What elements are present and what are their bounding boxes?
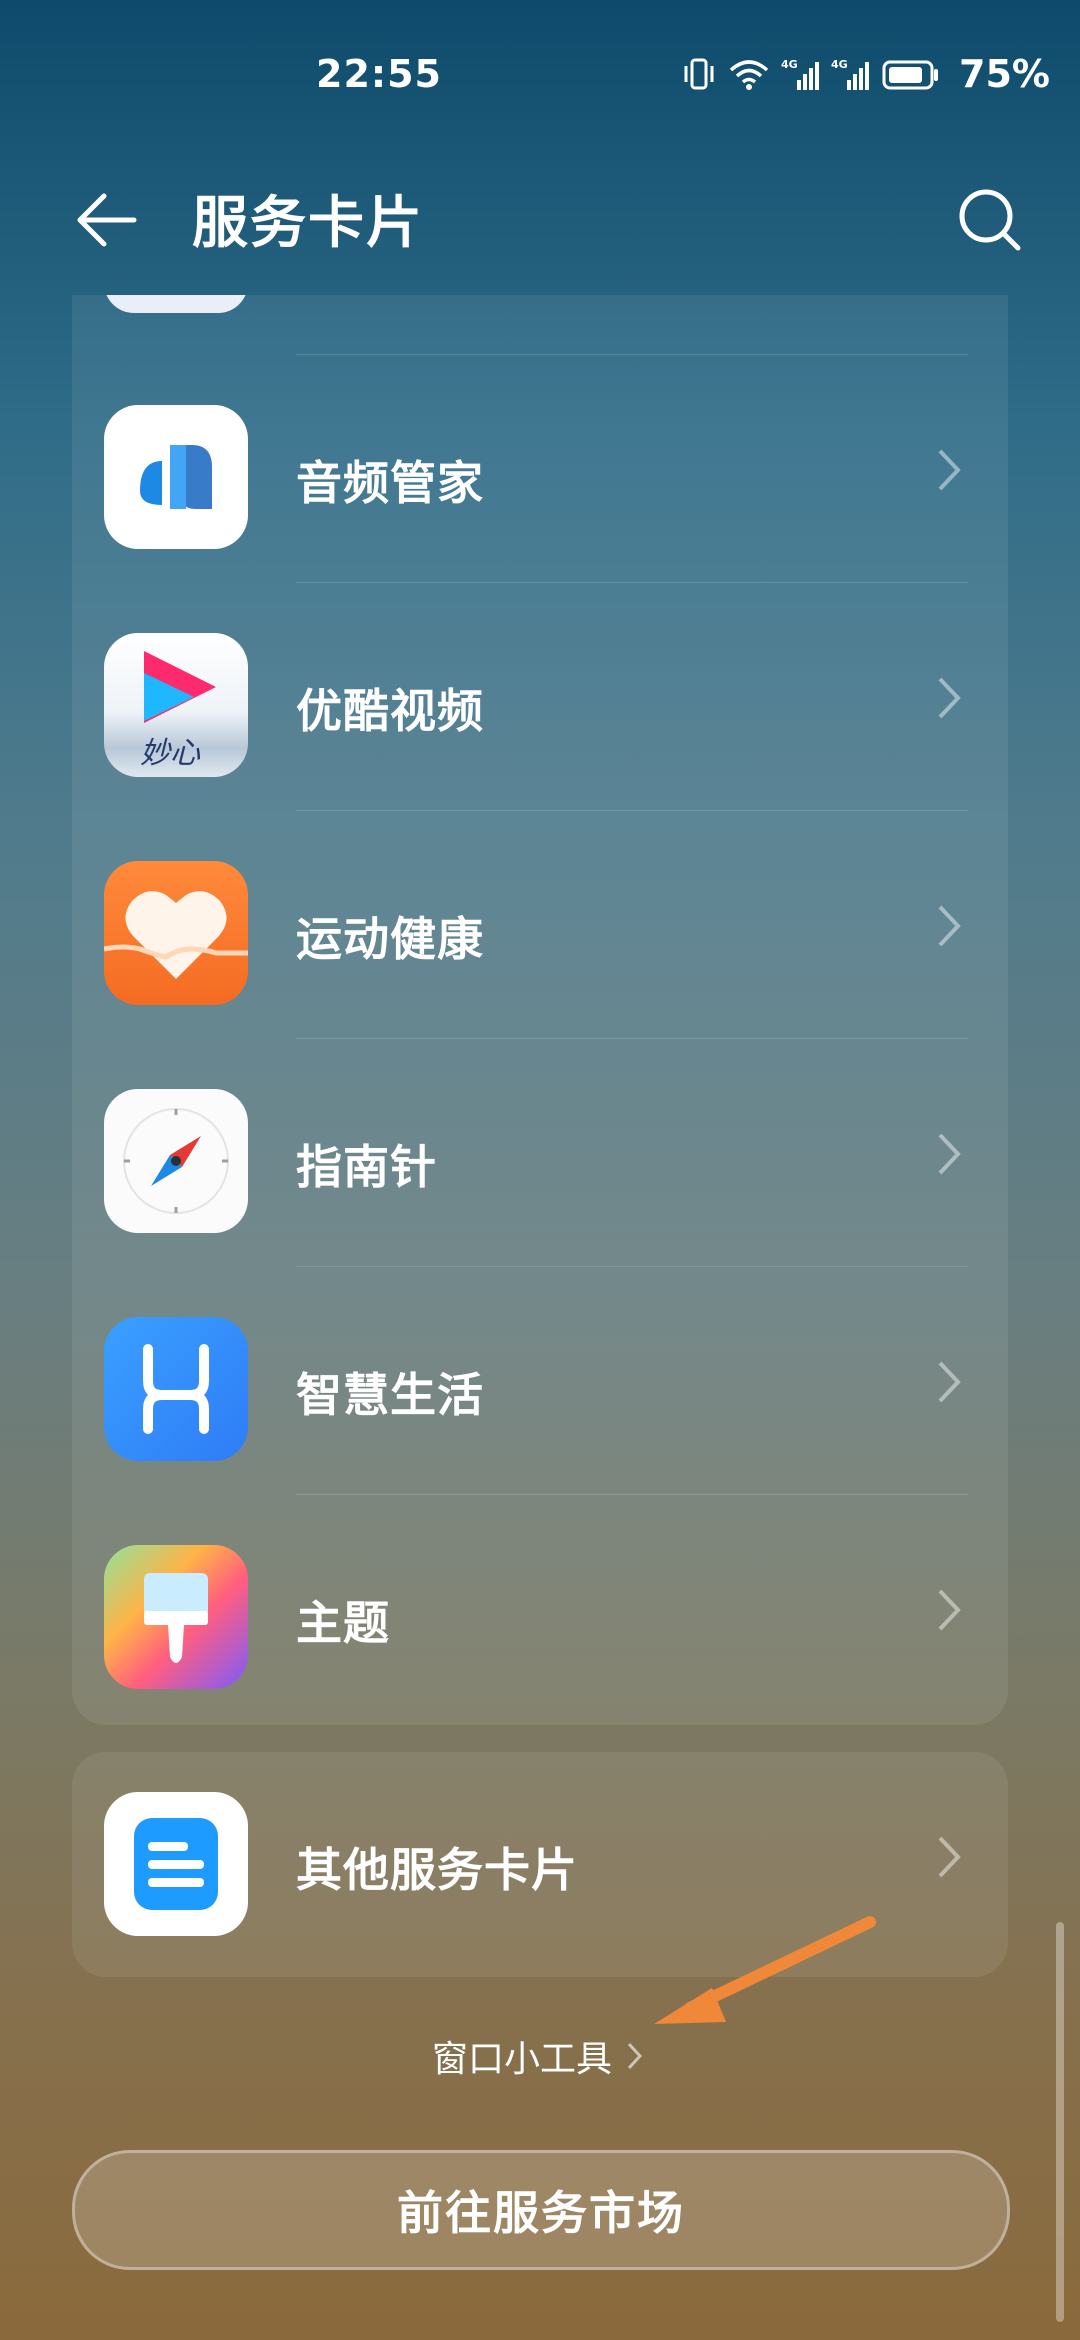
app-bar: 服务卡片: [0, 150, 1080, 290]
go-to-service-market-label: 前往服务市场: [397, 2186, 685, 2240]
compass-icon: [104, 1089, 248, 1233]
battery-percent: 75%: [959, 52, 1050, 96]
chevron-right-icon: [938, 905, 961, 947]
wifi-icon: [727, 54, 771, 94]
cellular-signal-2-icon: 4G: [831, 54, 871, 94]
widget-link-label: 窗口小工具: [432, 2039, 613, 2080]
list-item[interactable]: 音频管家: [72, 355, 1008, 583]
scrollbar[interactable]: [1056, 1922, 1064, 2322]
audio-manager-icon: [104, 405, 248, 549]
annotation-arrow-icon: [654, 1916, 876, 2024]
svg-text:妙心: 妙心: [140, 736, 201, 771]
themes-icon: [104, 1545, 248, 1689]
list-item[interactable]: 主题: [72, 1495, 1008, 1723]
back-arrow-icon[interactable]: [70, 180, 150, 260]
chevron-right-icon: [627, 2042, 643, 2070]
chevron-right-icon: [938, 1589, 961, 1631]
list-item-label: 主题: [296, 1596, 390, 1650]
svg-text:4G: 4G: [781, 58, 798, 71]
chevron-right-icon: [938, 1361, 961, 1403]
chevron-right-icon: [938, 1836, 961, 1878]
svg-text:4G: 4G: [831, 58, 848, 71]
status-bar: 22:55 4G 4G 75%: [0, 0, 1080, 150]
chevron-right-icon: [938, 1133, 961, 1175]
list-item[interactable]: 指南针: [72, 1039, 1008, 1267]
chevron-right-icon: [938, 677, 961, 719]
list-item-label: 运动健康: [296, 912, 484, 966]
chevron-right-icon: [938, 449, 961, 491]
youku-icon: 妙心: [104, 633, 248, 777]
other-services-label: 其他服务卡片: [296, 1843, 578, 1897]
service-card-list: 音频管家 妙心 优酷视频 运动健康 指南针 智慧生活 主题: [72, 295, 1008, 1725]
search-icon[interactable]: [950, 180, 1030, 260]
partial-row: [72, 295, 1008, 355]
health-icon: [104, 861, 248, 1005]
cellular-signal-icon: 4G: [781, 54, 821, 94]
list-item[interactable]: 智慧生活: [72, 1267, 1008, 1495]
smart-life-icon: [104, 1317, 248, 1461]
list-item-label: 音频管家: [296, 456, 484, 510]
vibrate-icon: [681, 54, 717, 94]
list-item-label: 智慧生活: [296, 1368, 484, 1422]
list-item-label: 优酷视频: [296, 684, 484, 738]
go-to-service-market-button[interactable]: 前往服务市场: [72, 2150, 1010, 2270]
widget-link[interactable]: 窗口小工具: [432, 2030, 644, 2082]
list-item[interactable]: 妙心 优酷视频: [72, 583, 1008, 811]
battery-icon: [881, 54, 941, 94]
status-time: 22:55: [316, 52, 442, 96]
status-icons: 4G 4G 75%: [681, 52, 1050, 96]
other-services-icon: [104, 1792, 248, 1936]
list-item-label: 指南针: [296, 1140, 437, 1194]
list-item[interactable]: 运动健康: [72, 811, 1008, 1039]
page-title: 服务卡片: [192, 191, 424, 256]
